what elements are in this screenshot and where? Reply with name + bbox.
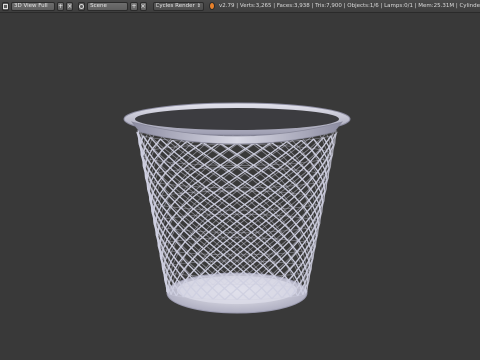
rim-opening: [135, 108, 339, 130]
wire-mesh: [136, 120, 338, 301]
wastebasket-model[interactable]: [0, 0, 480, 360]
